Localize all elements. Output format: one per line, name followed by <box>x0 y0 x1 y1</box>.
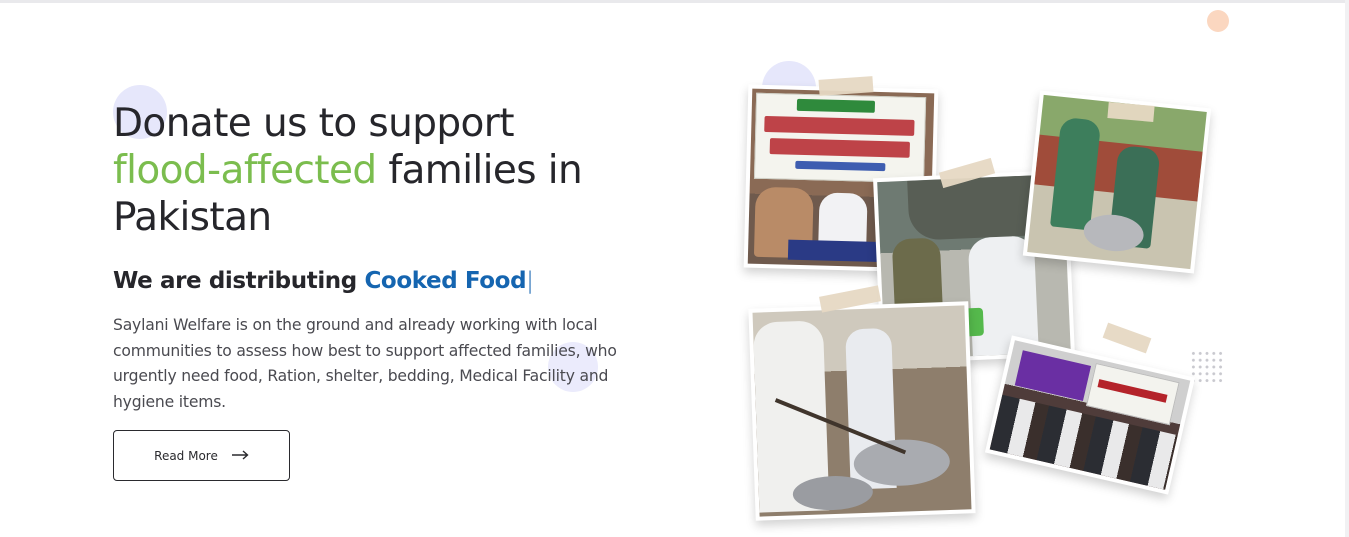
crowd-banners-photo <box>984 335 1196 495</box>
typing-text: Cooked Food <box>364 268 527 294</box>
headline-highlight: flood-affected <box>113 148 377 193</box>
headline-text: Pakistan <box>113 195 272 240</box>
headline-text: Donate us to support <box>113 101 515 146</box>
relief-banner <box>753 92 927 184</box>
cooked-food-distribution-photo <box>748 301 976 521</box>
hero-subheading: We are distributing Cooked Food| <box>113 268 534 294</box>
typing-cursor: | <box>526 268 534 294</box>
hero-headline: Donate us to support flood-affected fami… <box>113 100 673 241</box>
subheading-prefix: We are distributing <box>113 268 357 294</box>
hero-description: Saylani Welfare is on the ground and alr… <box>113 316 617 411</box>
decorative-dot-grid <box>1190 350 1224 384</box>
arrow-right-icon <box>231 449 249 463</box>
top-divider <box>0 0 1349 3</box>
read-more-label: Read More <box>154 448 218 463</box>
read-more-button[interactable]: Read More <box>113 430 290 481</box>
page-scrollbar[interactable] <box>1345 0 1349 537</box>
photo-tape <box>1102 322 1152 354</box>
decorative-dot <box>1207 10 1229 32</box>
headline-text: families in <box>388 148 583 193</box>
